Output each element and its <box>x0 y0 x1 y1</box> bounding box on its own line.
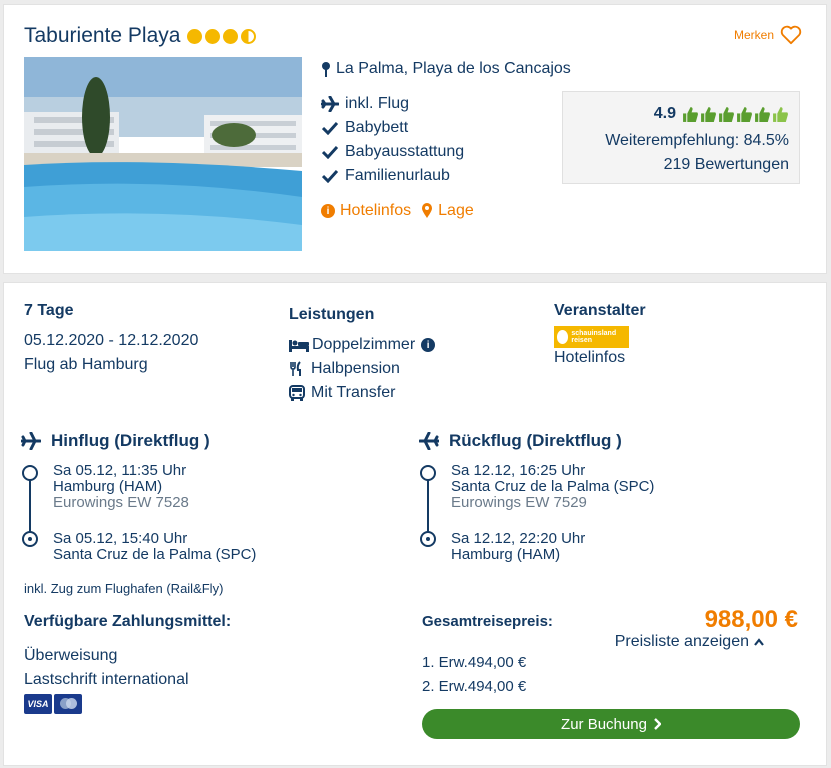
service-room: Doppelzimmer i <box>289 333 436 357</box>
rating-score: 4.9 <box>653 105 676 122</box>
feature-flight: inkl. Flug <box>321 92 464 116</box>
payment-title: Verfügbare Zahlungsmittel: <box>24 613 232 630</box>
payment-cards: VISA <box>24 694 82 714</box>
hotel-star-rating <box>187 28 257 44</box>
checkmark-icon <box>322 121 338 135</box>
hotel-location: La Palma, Playa de los Cancajos <box>321 60 571 78</box>
operator-title: Veranstalter <box>554 302 646 319</box>
arrival-point-icon <box>22 531 38 547</box>
hotel-card: Taburiente Playa Merken La Palma, Playa … <box>3 4 827 274</box>
half-star-icon <box>241 28 257 44</box>
services-title: Leistungen <box>289 306 375 323</box>
star-icon <box>187 28 203 44</box>
return-arrival: Sa 12.12, 22:20 Uhr Hamburg (HAM) <box>451 530 586 563</box>
bus-icon <box>289 385 305 401</box>
departure-point-icon <box>22 465 38 481</box>
map-marker-icon <box>422 203 433 218</box>
cutlery-icon <box>290 361 301 376</box>
hotel-title-row: Taburiente Playa <box>24 24 257 48</box>
location-text: La Palma, Playa de los Cancajos <box>336 60 571 77</box>
merken-label: Merken <box>733 28 774 42</box>
service-transfer: Mit Transfer <box>289 381 435 405</box>
outbound-arrival: Sa 05.12, 15:40 Uhr Santa Cruz de la Pal… <box>53 530 257 563</box>
checkmark-icon <box>322 145 338 159</box>
hotel-links: i Hotelinfos Lage <box>321 202 474 220</box>
feature-babyausstattung: Babyausstattung <box>321 140 464 164</box>
thumbs-rating <box>682 106 789 123</box>
recommendation-rate: Weiterempfehlung: 84.5% <box>605 132 789 149</box>
payment-method: Lastschrift international <box>24 671 189 688</box>
price-row: 2. Erw.494,00 € <box>422 677 527 695</box>
thumbs-up-icon <box>719 106 734 122</box>
outbound-timeline: Sa 05.12, 11:35 Uhr Hamburg (HAM) Eurowi… <box>21 463 401 593</box>
feature-familienurlaub: Familienurlaub <box>321 164 464 188</box>
thumbs-up-icon <box>755 106 770 122</box>
sun-logo-icon <box>557 330 569 344</box>
timeline-line <box>427 473 429 539</box>
arrival-point-icon <box>420 531 436 547</box>
plane-icon <box>21 432 41 450</box>
hotel-name[interactable]: Taburiente Playa <box>24 24 180 48</box>
hotel-photo[interactable] <box>24 57 302 251</box>
review-count: 219 Bewertungen <box>663 156 789 173</box>
star-icon <box>205 28 221 44</box>
thumbs-up-icon <box>773 106 788 122</box>
total-price-label: Gesamtreisepreis: <box>422 613 553 630</box>
rating-box[interactable]: 4.9 Weiterempfehlung: 84.5% 219 Bewertun… <box>562 91 800 184</box>
price-breakdown: 1. Erw.494,00 € 2. Erw.494,00 € <box>422 650 526 698</box>
merken-button[interactable]: Merken <box>734 25 802 45</box>
chevron-right-icon <box>654 718 661 730</box>
services-section: Leistungen Doppelzimmer i Halbpension Mi… <box>289 303 436 405</box>
return-timeline: Sa 12.12, 16:25 Uhr Santa Cruz de la Pal… <box>419 463 799 593</box>
chevron-up-icon <box>754 638 764 646</box>
outbound-header: Hinflug (Direktflug ) <box>21 429 401 453</box>
timeline-line <box>29 473 31 539</box>
feature-babybett: Babybett <box>321 116 464 140</box>
heart-icon <box>780 25 802 45</box>
bed-icon <box>289 340 309 352</box>
lage-link[interactable]: Lage <box>421 202 474 220</box>
trip-summary: 7 Tage 05.12.2020 - 12.12.2020 Flug ab H… <box>24 299 198 377</box>
checkmark-icon <box>322 169 338 183</box>
outbound-departure: Sa 05.12, 11:35 Uhr Hamburg (HAM) Eurowi… <box>53 462 189 511</box>
map-pin-icon <box>322 62 330 77</box>
payment-methods: Überweisung Lastschrift international <box>24 644 189 692</box>
outbound-flight: Hinflug (Direktflug ) Sa 05.12, 11:35 Uh… <box>21 429 401 593</box>
trip-departure: Flug ab Hamburg <box>24 356 148 373</box>
service-board: Halbpension <box>289 357 435 381</box>
return-departure: Sa 12.12, 16:25 Uhr Santa Cruz de la Pal… <box>451 462 655 511</box>
mastercard-icon <box>54 694 82 714</box>
info-icon: i <box>321 204 335 218</box>
feature-list: inkl. Flug Babybett Babyausstattung Fami… <box>321 92 464 188</box>
return-flight: Rückflug (Direktflug ) Sa 12.12, 16:25 U… <box>419 429 799 593</box>
departure-point-icon <box>420 465 436 481</box>
thumbs-up-icon <box>737 106 752 122</box>
operator-hotelinfos-link[interactable]: Hotelinfos <box>554 348 646 368</box>
thumbs-up-icon <box>683 106 698 122</box>
plane-return-icon <box>419 432 439 450</box>
operator-logo: schauinsland reisen <box>554 326 629 348</box>
trip-dates: 05.12.2020 - 12.12.2020 <box>24 332 199 349</box>
visa-card-icon: VISA <box>24 694 52 714</box>
thumbs-up-icon <box>701 106 716 122</box>
plane-icon <box>321 96 339 112</box>
price-row: 1. Erw.494,00 € <box>422 653 527 671</box>
return-header: Rückflug (Direktflug ) <box>419 429 799 453</box>
price-list-toggle[interactable]: Preisliste anzeigen <box>615 633 764 651</box>
payment-method: Überweisung <box>24 647 118 664</box>
hotelinfos-link[interactable]: i Hotelinfos <box>321 202 411 220</box>
rating-score-row: 4.9 <box>654 105 789 123</box>
info-icon[interactable]: i <box>421 338 436 352</box>
trip-duration: 7 Tage <box>24 302 74 319</box>
rail-and-fly-note: inkl. Zug zum Flughafen (Rail&Fly) <box>24 581 224 596</box>
offer-card: 7 Tage 05.12.2020 - 12.12.2020 Flug ab H… <box>3 282 827 766</box>
star-icon <box>223 28 239 44</box>
booking-button[interactable]: Zur Buchung <box>422 709 800 739</box>
total-price: 988,00 € <box>704 606 798 633</box>
operator-section: Veranstalter schauinsland reisen Hotelin… <box>554 299 646 368</box>
